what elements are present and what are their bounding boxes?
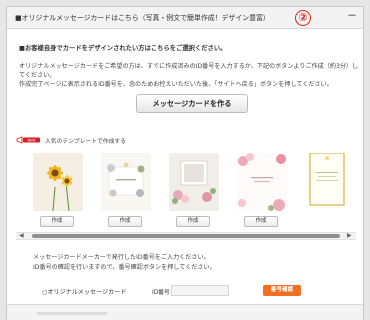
- carousel-scrollbar[interactable]: ◀ ▶: [16, 232, 356, 240]
- message-card-panel: ■オリジナルメッセージカードはこちら（写真・例文で簡単作成！デザイン豊富） ② …: [6, 6, 364, 320]
- create-template-button[interactable]: 作成: [108, 216, 142, 227]
- create-template-button[interactable]: 作成: [40, 216, 74, 227]
- template-thumb-photo-roses[interactable]: [169, 153, 219, 211]
- create-message-card-button[interactable]: メッセージカードを作る: [136, 94, 248, 113]
- next-panel-title-placeholder: [37, 312, 107, 315]
- scroll-left-arrow-icon[interactable]: ◀: [19, 232, 24, 240]
- template-thumb-gerbera[interactable]: [33, 153, 83, 211]
- scroll-right-arrow-icon[interactable]: ▶: [347, 232, 352, 240]
- confirm-number-button[interactable]: 番号確認: [263, 285, 301, 296]
- template-thumb-floral-wreath[interactable]: [101, 153, 151, 211]
- template-carousel: 作成 作成 作成 作成: [33, 153, 351, 231]
- intro-text-line-3: 作成完了ページに表示されるID番号を、念のためお控えいただいた後、「サイトへ戻る…: [19, 81, 333, 88]
- template-card[interactable]: [305, 153, 351, 228]
- intro-text-line-1: オリジナルメッセージカードをご希望の方は、すでに作成済みのID番号を入力するか、…: [19, 63, 359, 70]
- template-card[interactable]: 作成: [237, 153, 287, 231]
- next-panel-header[interactable]: [7, 305, 363, 320]
- id-number-label: ID番号: [152, 290, 170, 296]
- megaphone-icon: NEW: [16, 136, 40, 144]
- original-card-option: ○オリジナルメッセージカード ID番号 番号確認: [33, 285, 333, 297]
- intro-heading: ■お客様自身でカードをデザインされたい方はこちらをご選択ください。: [19, 45, 227, 52]
- original-card-radio[interactable]: ○オリジナルメッセージカード: [42, 287, 126, 296]
- template-card[interactable]: 作成: [33, 153, 83, 231]
- id-number-input[interactable]: [171, 285, 229, 296]
- create-template-button[interactable]: 作成: [244, 216, 278, 227]
- template-card[interactable]: 作成: [169, 153, 219, 231]
- template-note: NEW 人気のテンプレートで作成する: [16, 135, 126, 145]
- step-number-badge: ②: [295, 10, 311, 26]
- template-thumb-pink-roses[interactable]: [237, 153, 287, 211]
- collapse-toggle-button[interactable]: －: [347, 11, 357, 23]
- maker-instruction-line-1: メッセージカードメーカーで発行したID番号をご入力ください。: [33, 254, 210, 261]
- create-template-button[interactable]: 作成: [176, 216, 210, 227]
- template-thumb-gold-frame[interactable]: [307, 153, 347, 208]
- panel-header[interactable]: ■オリジナルメッセージカードはこちら（写真・例文で簡単作成！デザイン豊富） ② …: [7, 7, 363, 29]
- maker-instruction-line-2: ID番号の確認を行いますので、番号確認ボタンを押してください。: [33, 264, 216, 271]
- svg-text:NEW: NEW: [27, 139, 36, 143]
- intro-text-line-2: てください。: [19, 72, 56, 79]
- scrollbar-thumb[interactable]: [32, 234, 340, 238]
- template-card[interactable]: 作成: [101, 153, 151, 231]
- panel-title: ■オリジナルメッセージカードはこちら（写真・例文で簡単作成！デザイン豊富）: [15, 14, 270, 22]
- template-note-label: 人気のテンプレートで作成する: [45, 138, 126, 145]
